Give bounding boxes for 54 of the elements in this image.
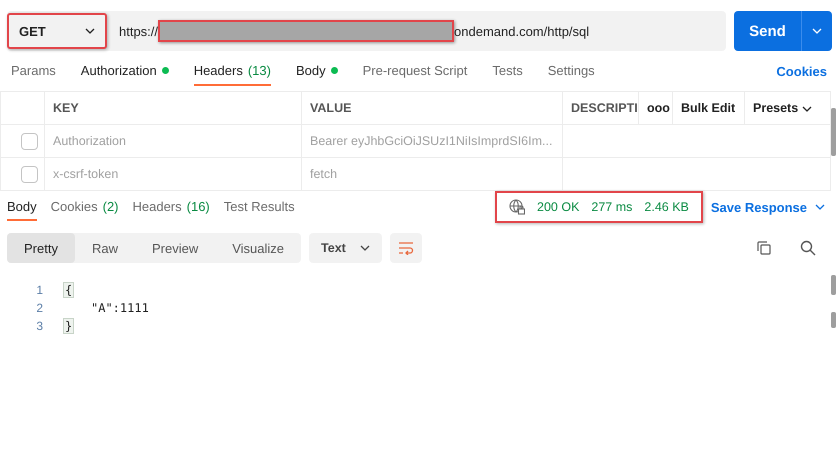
column-header: DESCRIPTI bbox=[562, 92, 638, 124]
wrap-lines-icon bbox=[398, 241, 414, 255]
response-tab[interactable]: Body bbox=[7, 193, 37, 221]
response-size: 2.46 KB bbox=[644, 200, 689, 214]
response-tab[interactable]: Test Results bbox=[224, 193, 295, 221]
scrollbar[interactable] bbox=[831, 312, 836, 328]
request-tab[interactable]: Headers (13) bbox=[194, 56, 271, 86]
url-text[interactable]: https:// bbox=[119, 24, 158, 38]
request-tab[interactable]: Params bbox=[11, 56, 56, 86]
view-mode-tab[interactable]: Preview bbox=[134, 233, 216, 263]
url-text[interactable]: ondemand.com/http/sql bbox=[454, 24, 590, 38]
save-response-button[interactable]: Save Response bbox=[710, 200, 831, 214]
request-tab[interactable]: Body bbox=[296, 56, 338, 86]
response-tab[interactable]: Headers (16) bbox=[132, 193, 210, 221]
request-tab[interactable]: Tests bbox=[492, 56, 523, 86]
send-button[interactable]: Send bbox=[734, 11, 832, 51]
checkbox[interactable] bbox=[21, 132, 38, 150]
line-number: 3 bbox=[35, 319, 44, 333]
bulk-edit-button[interactable]: Bulk Edit bbox=[672, 92, 744, 124]
globe-lock-icon bbox=[509, 199, 526, 215]
cookies-link[interactable]: Cookies bbox=[776, 64, 827, 78]
column-header: VALUE bbox=[302, 92, 562, 124]
method-dropdown[interactable]: GET bbox=[7, 13, 107, 49]
view-mode-tab[interactable]: Pretty bbox=[7, 233, 75, 263]
view-mode-tab[interactable]: Raw bbox=[74, 233, 135, 263]
table-cell: Authorization bbox=[44, 124, 302, 158]
wrap-lines-button[interactable] bbox=[390, 233, 422, 263]
column-header: KEY bbox=[44, 92, 302, 124]
line-number: 2 bbox=[35, 301, 44, 315]
scrollbar[interactable] bbox=[831, 108, 836, 156]
format-dropdown[interactable]: Text bbox=[309, 233, 382, 263]
copy-icon[interactable] bbox=[756, 240, 772, 256]
chevron-down-icon bbox=[85, 28, 95, 34]
response-time: 277 ms bbox=[591, 200, 632, 214]
more-button[interactable]: ooo bbox=[638, 92, 672, 124]
chevron-down-icon bbox=[815, 204, 825, 210]
status-code: 200 OK bbox=[537, 200, 580, 214]
table-cell: x-csrf-token bbox=[44, 158, 302, 190]
search-icon[interactable] bbox=[800, 240, 816, 256]
chevron-down-icon bbox=[802, 106, 812, 112]
request-tab[interactable]: Authorization bbox=[80, 56, 169, 86]
view-mode-tab[interactable]: Visualize bbox=[215, 233, 302, 263]
scrollbar[interactable] bbox=[831, 275, 836, 295]
checkbox[interactable] bbox=[21, 166, 38, 182]
request-tab[interactable]: Pre-request Script bbox=[362, 56, 468, 86]
table-cell: Bearer eyJhbGciOiJSUzI1NiIsImprdSI6Im... bbox=[302, 124, 562, 158]
response-tab[interactable]: Cookies (2) bbox=[50, 193, 118, 221]
table-cell: fetch bbox=[302, 158, 562, 190]
line-number: 1 bbox=[35, 283, 44, 297]
request-tab[interactable]: Settings bbox=[548, 56, 595, 86]
chevron-down-icon bbox=[360, 245, 370, 251]
presets-dropdown[interactable]: Presets bbox=[744, 92, 830, 124]
chevron-down-icon bbox=[812, 28, 822, 34]
code-line: "A":1111 bbox=[90, 301, 149, 315]
